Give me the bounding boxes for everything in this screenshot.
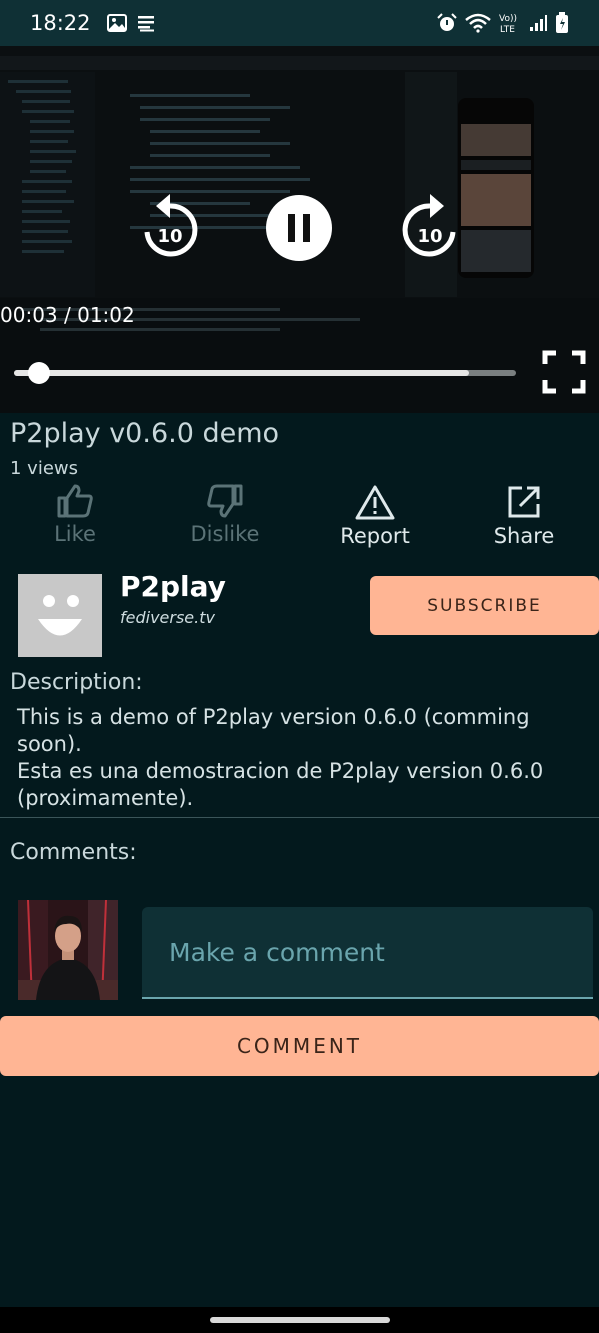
battery-icon [555,12,569,34]
forward-10-button[interactable]: 10 [400,192,460,262]
video-title: P2play v0.6.0 demo [10,418,280,449]
signal-icon [529,14,547,32]
svg-text:Vo)): Vo)) [499,14,517,24]
comment-input[interactable] [142,907,593,999]
volte-icon: Vo)) LTE [499,12,521,34]
alarm-icon [437,13,457,33]
seek-bar-buffered [14,370,470,376]
channel-name[interactable]: P2play [120,570,226,603]
home-indicator[interactable] [210,1317,390,1323]
comment-button[interactable]: COMMENT [0,1016,599,1076]
image-icon [106,14,127,32]
share-button[interactable]: Share [469,484,579,548]
view-count: 1 views [10,458,79,479]
report-label: Report [340,524,410,548]
share-icon [508,486,540,518]
warning-icon [355,485,395,520]
thumbs-up-icon [57,484,93,518]
report-button[interactable]: Report [320,484,430,548]
user-avatar [18,900,118,1000]
smiley-icon [38,595,82,636]
status-time: 18:22 [30,11,91,35]
divider [0,817,599,818]
svg-text:10: 10 [157,226,182,247]
description-text: This is a demo of P2play version 0.6.0 (… [17,704,577,812]
time-readout: 00:03 / 01:02 [0,303,135,327]
forward-10-icon: 10 [402,194,456,257]
pause-icon [266,195,332,261]
fullscreen-icon [542,350,586,394]
fullscreen-button[interactable] [542,350,586,394]
action-row: Like Dislike Report Share [0,484,599,556]
notes-icon [137,14,155,32]
rewind-10-button[interactable]: 10 [140,192,200,262]
like-label: Like [54,522,96,546]
dislike-label: Dislike [190,522,260,546]
share-label: Share [493,524,555,548]
channel-avatar[interactable] [18,574,102,657]
replay-10-icon: 10 [144,194,198,257]
like-button[interactable]: Like [20,484,130,546]
channel-host: fediverse.tv [120,608,215,627]
pause-button[interactable] [266,195,332,261]
user-photo [18,900,118,1000]
description-line: Esta es una demostracion de P2play versi… [17,759,544,810]
description-heading: Description: [10,670,143,695]
wifi-icon [465,13,491,33]
status-bar: 18:22 Vo)) LTE [0,0,599,46]
dislike-button[interactable]: Dislike [170,484,280,546]
video-player[interactable]: 10 10 00:03 / 01:02 [0,46,599,413]
seek-handle[interactable] [28,362,51,384]
svg-text:LTE: LTE [500,25,515,34]
description-line: This is a demo of P2play version 0.6.0 (… [17,705,530,756]
subscribe-button[interactable]: SUBSCRIBE [370,576,599,635]
svg-text:10: 10 [417,226,442,247]
seek-bar[interactable] [14,370,516,376]
comments-heading: Comments: [10,840,137,865]
thumbs-down-icon [207,484,243,518]
